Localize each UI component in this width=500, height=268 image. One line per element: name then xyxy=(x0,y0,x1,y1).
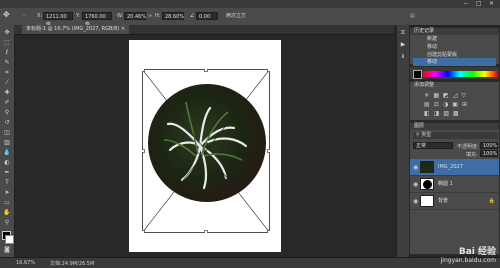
crop-tool-icon[interactable]: ⌗ xyxy=(3,69,11,77)
pen-tool-icon[interactable]: ✒ xyxy=(3,169,11,177)
baidu-watermark: Bai 经验 jingyan.baidu.com xyxy=(441,244,496,264)
toolbar: ✥ ⬚ ℓ ✎ ⌗ ⁄ ✚ ✐ ⚲ ↺ ◫ ▥ 💧 ◐ ✒ T ➤ ▭ ✋ ⚲ … xyxy=(0,25,15,257)
h-label: H: xyxy=(155,13,161,19)
width-input[interactable]: 20.46% xyxy=(124,12,146,20)
transform-bounding-box[interactable] xyxy=(142,69,270,233)
document-tab-bar: 未标题-1 @ 16.7% (IMG_2027, RGB/8) × xyxy=(14,25,394,35)
fill-input[interactable]: 100% xyxy=(480,150,498,157)
status-bar: 16.67% 文档:24.9M/26.5M xyxy=(0,257,500,268)
eyedropper-icon[interactable]: ⁄ xyxy=(3,79,11,87)
layer-name: 背景 xyxy=(438,198,449,204)
workspace-icon[interactable]: ▤ xyxy=(410,13,415,20)
x-label: X: xyxy=(37,13,43,19)
lasso-tool-icon[interactable]: ℓ xyxy=(3,49,11,57)
close-button[interactable]: ✕ xyxy=(489,0,494,8)
document-tab-label: 未标题-1 @ 16.7% (IMG_2027, RGB/8) xyxy=(26,26,120,32)
adjustment-icons-row2[interactable]: ▤⚖◑▣⊞ xyxy=(424,101,471,108)
angle-icon: ∠ xyxy=(190,13,195,19)
layers-tab[interactable]: 图层 xyxy=(410,123,499,130)
clone-stamp-icon[interactable]: ⚲ xyxy=(3,109,11,117)
path-select-icon[interactable]: ➤ xyxy=(3,189,11,197)
actions-panel-icon[interactable]: ▶ xyxy=(399,41,407,49)
move-tool-preset-icon[interactable]: ✥ xyxy=(3,11,10,19)
layer-thumbnail xyxy=(420,161,434,173)
visibility-eye-icon[interactable]: ◉ xyxy=(413,164,418,171)
eraser-tool-icon[interactable]: ◫ xyxy=(3,129,11,137)
layers-panel: 图层 ⚲ 类型 正常 不透明度: 100% 填充: 100% ◉ IMG_202… xyxy=(409,122,500,255)
history-item[interactable]: 移动 xyxy=(413,43,496,51)
layer-thumbnail xyxy=(420,178,434,190)
options-bar: ✥ ⁘ X: 1211.00 像 Y: 1760.00 像 W: 20.46% … xyxy=(0,8,500,28)
menu-bar: − □ ✕ xyxy=(0,0,500,8)
move-tool-icon[interactable]: ✥ xyxy=(3,29,11,37)
history-item[interactable]: 新建 xyxy=(413,35,496,43)
visibility-eye-icon[interactable]: ◉ xyxy=(413,181,418,188)
document-tab[interactable]: 未标题-1 @ 16.7% (IMG_2027, RGB/8) × xyxy=(22,25,130,34)
blur-tool-icon[interactable]: 💧 xyxy=(3,149,11,157)
layer-row[interactable]: ◉ 背景 🔒 xyxy=(410,193,499,210)
opacity-input[interactable]: 100% xyxy=(480,142,498,149)
history-item-selected[interactable]: 移动 xyxy=(413,58,496,66)
layer-thumbnail xyxy=(420,195,434,207)
panel-icon-strip: ⧖ ▶ ℹ xyxy=(396,25,409,257)
layer-row[interactable]: ◉ 椭圆 1 xyxy=(410,176,499,193)
quick-select-icon[interactable]: ✎ xyxy=(3,59,11,67)
properties-panel-icon[interactable]: ℹ xyxy=(399,53,407,61)
watermark-brand: Bai 经验 xyxy=(458,247,496,257)
quick-mask-icon[interactable]: ◙ xyxy=(3,246,11,254)
background-color-swatch[interactable] xyxy=(5,235,14,244)
color-panel xyxy=(409,66,500,80)
marquee-tool-icon[interactable]: ⬚ xyxy=(3,39,11,47)
tab-close-icon[interactable]: × xyxy=(121,26,125,32)
type-tool-icon[interactable]: T xyxy=(3,179,11,187)
layer-row-selected[interactable]: ◉ IMG_2027 xyxy=(410,159,499,176)
color-foreground-swatch[interactable] xyxy=(413,70,422,79)
color-spectrum-bar[interactable] xyxy=(423,71,497,77)
layers-tab-label: 图层 xyxy=(414,123,425,129)
minimize-button[interactable]: − xyxy=(463,0,468,8)
history-brush-icon[interactable]: ↺ xyxy=(3,119,11,127)
x-input[interactable]: 1211.00 像 xyxy=(43,12,73,28)
reference-point-icon[interactable]: ⁘ xyxy=(22,13,26,20)
adjustment-icons-row1[interactable]: ☀▦◩◿▽ xyxy=(424,92,470,99)
layer-filter-bar[interactable]: ⚲ 类型 xyxy=(413,132,498,139)
layer-name: IMG_2027 xyxy=(438,164,463,170)
shape-tool-icon[interactable]: ▭ xyxy=(3,199,11,207)
visibility-eye-icon[interactable]: ◉ xyxy=(413,198,418,205)
document-info[interactable]: 文档:24.9M/26.5M xyxy=(50,260,94,267)
brush-tool-icon[interactable]: ✐ xyxy=(3,99,11,107)
dodge-tool-icon[interactable]: ◐ xyxy=(3,159,11,167)
zoom-level[interactable]: 16.67% xyxy=(16,260,35,266)
watermark-url: jingyan.baidu.com xyxy=(440,257,496,264)
history-panel: 历史记录 新建 移动 创建剪贴蒙版 移动 xyxy=(409,27,500,66)
adjustments-title: 添加调整 xyxy=(414,82,435,88)
maximize-button[interactable]: □ xyxy=(476,0,482,8)
lock-icon: 🔒 xyxy=(488,198,495,204)
height-input[interactable]: 28.60% xyxy=(162,12,184,20)
y-label: Y: xyxy=(76,13,81,19)
fill-label: 填充: xyxy=(466,152,478,158)
y-input[interactable]: 1760.00 像 xyxy=(82,12,112,28)
zoom-tool-icon[interactable]: ⚲ xyxy=(3,219,11,227)
hand-tool-icon[interactable]: ✋ xyxy=(3,209,11,217)
link-icon[interactable]: ∞ xyxy=(148,13,152,20)
opacity-label: 不透明度: xyxy=(457,144,479,150)
adjustment-icons-row3[interactable]: ◧◨▨▩ xyxy=(424,110,463,117)
angle-input[interactable]: 0.00 xyxy=(196,12,218,20)
w-label: W: xyxy=(117,13,124,19)
blend-mode-select[interactable]: 正常 xyxy=(413,142,453,149)
history-panel-icon[interactable]: ⧖ xyxy=(399,29,407,37)
history-panel-title: 历史记录 xyxy=(410,28,499,35)
adjustments-panel: 添加调整 ☀▦◩◿▽ ▤⚖◑▣⊞ ◧◨▨▩ xyxy=(409,81,500,121)
healing-brush-icon[interactable]: ✚ xyxy=(3,89,11,97)
layer-name: 椭圆 1 xyxy=(438,181,453,187)
gradient-tool-icon[interactable]: ▥ xyxy=(3,139,11,147)
interpolation-label[interactable]: 两次立方 xyxy=(226,13,246,20)
